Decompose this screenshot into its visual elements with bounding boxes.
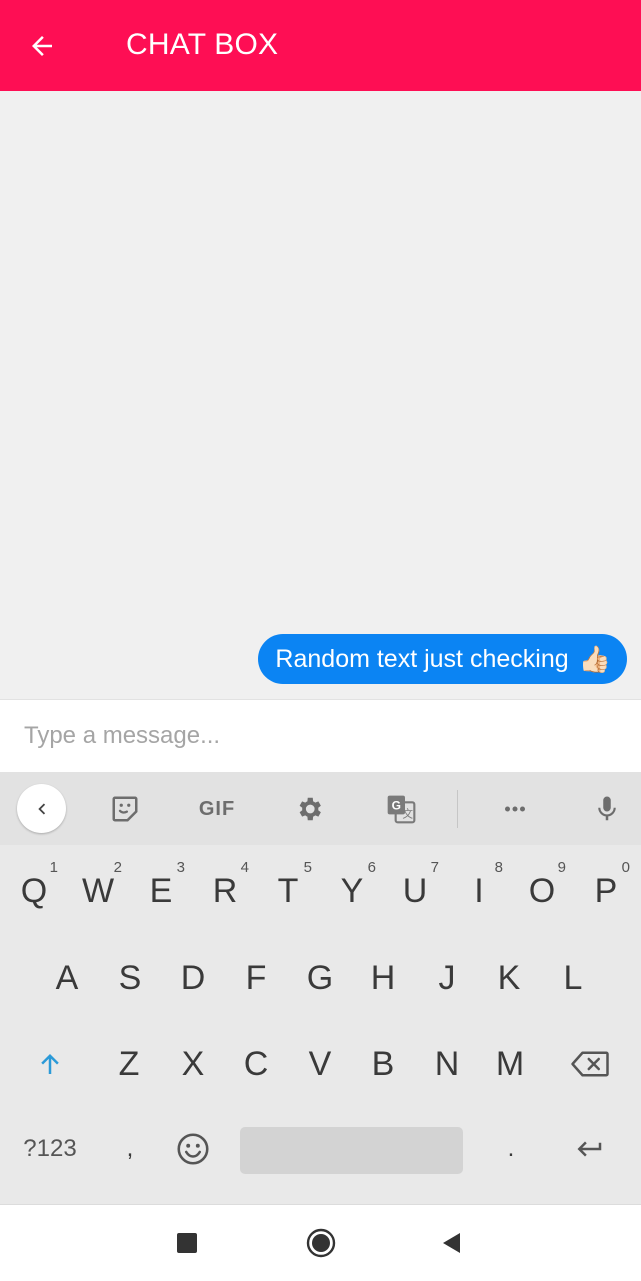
key-z[interactable]: Z <box>99 1030 159 1098</box>
key-u[interactable]: U7 <box>385 857 445 925</box>
nav-back-button[interactable] <box>433 1225 469 1261</box>
back-button[interactable] <box>22 26 62 66</box>
key-h[interactable]: H <box>353 944 413 1012</box>
backspace-key[interactable] <box>557 1030 623 1098</box>
chat-area[interactable]: Random text just checking 👍🏻 <box>0 91 641 699</box>
key-label: P <box>594 871 618 910</box>
key-f[interactable]: F <box>226 944 286 1012</box>
key-i[interactable]: I8 <box>449 857 509 925</box>
settings-button[interactable] <box>285 785 333 833</box>
key-y[interactable]: Y6 <box>322 857 382 925</box>
key-x[interactable]: X <box>163 1030 223 1098</box>
key-q[interactable]: Q1 <box>4 857 64 925</box>
key-p[interactable]: P0 <box>576 857 636 925</box>
key-hint: 4 <box>240 859 249 876</box>
gear-icon <box>299 797 321 821</box>
recents-button[interactable] <box>169 1225 205 1261</box>
key-t[interactable]: T5 <box>258 857 318 925</box>
back-triangle-icon <box>443 1233 460 1253</box>
key-m[interactable]: M <box>480 1030 540 1098</box>
chevron-left-icon <box>37 803 45 814</box>
home-button[interactable] <box>303 1225 339 1261</box>
key-hint: 9 <box>557 859 566 876</box>
key-hint: 0 <box>621 859 630 876</box>
svg-text:文: 文 <box>402 808 413 821</box>
sticker-button[interactable] <box>101 785 149 833</box>
enter-key[interactable] <box>557 1116 623 1182</box>
key-b[interactable]: B <box>353 1030 413 1098</box>
backspace-icon <box>571 1051 609 1077</box>
gif-label: GIF <box>198 797 236 820</box>
key-label: Q <box>20 871 48 910</box>
gif-button[interactable]: GIF <box>193 785 241 833</box>
key-hint: 8 <box>494 859 503 876</box>
collapse-button[interactable] <box>17 784 66 833</box>
sticker-icon <box>112 796 138 822</box>
key-v[interactable]: V <box>290 1030 350 1098</box>
smiley-face-icon <box>177 1133 209 1165</box>
key-label: T <box>277 871 299 910</box>
key-a[interactable]: A <box>37 944 97 1012</box>
shift-arrow-icon <box>41 1054 59 1074</box>
more-dots-icon <box>505 806 525 812</box>
key-o[interactable]: O9 <box>512 857 572 925</box>
key-label: R <box>212 871 238 910</box>
microphone-icon <box>598 796 616 821</box>
symbols-key[interactable]: ?123 <box>10 1116 90 1182</box>
enter-arrow-icon <box>577 1141 602 1157</box>
voice-input-button[interactable] <box>583 785 631 833</box>
more-button[interactable] <box>491 785 539 833</box>
space-bar[interactable] <box>240 1127 463 1174</box>
circle-icon <box>306 1228 336 1258</box>
key-hint: 3 <box>176 859 185 876</box>
key-label: Y <box>340 871 364 910</box>
key-n[interactable]: N <box>417 1030 477 1098</box>
key-label: O <box>528 871 556 910</box>
key-g[interactable]: G <box>290 944 350 1012</box>
soft-keyboard: GIF G 文 Q1 W2 E3 R 4 T 5 Y 6 U 7 I 8 O 9… <box>0 772 641 1204</box>
square-icon <box>177 1233 197 1253</box>
svg-text:G: G <box>392 799 401 813</box>
key-label: W <box>81 871 115 910</box>
translate-icon: G 文 <box>387 795 416 824</box>
key-hint: 7 <box>430 859 439 876</box>
shift-key[interactable] <box>18 1030 82 1098</box>
key-r[interactable]: R4 <box>195 857 255 925</box>
key-w[interactable]: W2 <box>68 857 128 925</box>
message-input[interactable] <box>24 718 614 754</box>
thumbs-up-emoji: 👍🏻 <box>578 643 611 674</box>
key-c[interactable]: C <box>226 1030 286 1098</box>
keyboard-toolbar: GIF G 文 <box>0 772 641 845</box>
emoji-key[interactable] <box>163 1116 223 1182</box>
app-bar: CHAT BOX <box>0 0 641 91</box>
message-composer <box>0 699 641 773</box>
key-e[interactable]: E3 <box>131 857 191 925</box>
arrow-left-icon <box>32 36 52 56</box>
page-title: CHAT BOX <box>126 28 279 61</box>
comma-key[interactable]: , <box>100 1116 160 1182</box>
key-s[interactable]: S <box>100 944 160 1012</box>
translate-button[interactable]: G 文 <box>377 785 425 833</box>
key-k[interactable]: K <box>479 944 539 1012</box>
key-hint: 2 <box>113 859 122 876</box>
message-text: Random text just checking <box>275 644 569 673</box>
key-hint: 5 <box>303 859 312 876</box>
key-j[interactable]: J <box>417 944 477 1012</box>
outgoing-message-bubble[interactable]: Random text just checking 👍🏻 <box>258 634 627 684</box>
key-l[interactable]: L <box>543 944 603 1012</box>
toolbar-divider <box>457 790 458 828</box>
key-d[interactable]: D <box>163 944 223 1012</box>
key-label: E <box>149 871 173 910</box>
key-hint: 6 <box>367 859 376 876</box>
key-label: U <box>402 871 428 910</box>
system-navigation-bar <box>0 1204 641 1281</box>
key-label: I <box>474 871 484 910</box>
key-hint: 1 <box>49 859 58 876</box>
period-key[interactable]: . <box>481 1116 541 1182</box>
